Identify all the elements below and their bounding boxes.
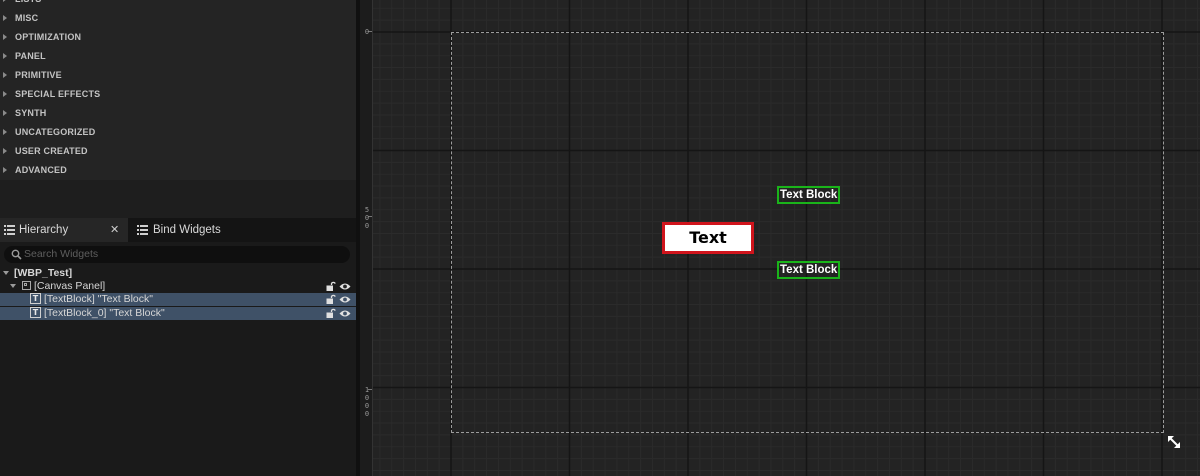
designer-text-block[interactable]: Text Block: [777, 186, 841, 204]
vertical-ruler: 0 500 1000: [360, 0, 373, 476]
left-panel: LISTS MISC OPTIMIZATION PANEL PRIMITIVE …: [0, 0, 356, 476]
tab-hierarchy[interactable]: Hierarchy ✕: [0, 218, 128, 242]
row-visibility-controls: [326, 307, 352, 320]
collapse-arrow-icon[interactable]: [3, 271, 9, 275]
tree-item-textblock-0[interactable]: T [TextBlock_0] "Text Block": [0, 307, 356, 320]
ruler-label-0: 0: [364, 28, 370, 36]
palette-category-primitive[interactable]: PRIMITIVE: [0, 66, 356, 85]
ruler-label-1000: 1000: [364, 386, 370, 418]
tree-item-textblock[interactable]: T [TextBlock] "Text Block": [0, 293, 356, 306]
unlock-icon[interactable]: [326, 294, 336, 305]
ruler-label-500: 500: [364, 206, 370, 230]
palette-category-list: LISTS MISC OPTIMIZATION PANEL PRIMITIVE …: [0, 0, 356, 180]
tab-hierarchy-label: Hierarchy: [19, 224, 69, 236]
palette-category-panel[interactable]: PANEL: [0, 47, 356, 66]
tab-bar: Hierarchy ✕ Bind Widgets: [0, 218, 356, 242]
unlock-icon[interactable]: [326, 281, 336, 292]
palette-category-uncategorized[interactable]: UNCATEGORIZED: [0, 123, 356, 142]
tab-bind-widgets[interactable]: Bind Widgets: [131, 218, 261, 242]
umg-editor-window: LISTS MISC OPTIMIZATION PANEL PRIMITIVE …: [0, 0, 1200, 476]
eye-icon[interactable]: [339, 308, 351, 319]
expand-arrow-icon: [3, 110, 7, 116]
text-block-icon: T: [30, 293, 41, 304]
canvas-panel-icon: [22, 281, 31, 290]
designer-canvas[interactable]: 0 500 1000 Text Block Text Text Block: [360, 0, 1200, 476]
search-input[interactable]: Search Widgets: [4, 246, 350, 263]
text-block-icon: T: [30, 307, 41, 318]
hierarchy-list-icon: [4, 225, 15, 235]
palette-category-optimization[interactable]: OPTIMIZATION: [0, 28, 356, 47]
tree-canvas-panel-label: [Canvas Panel]: [34, 280, 106, 292]
expand-arrow-icon: [3, 0, 7, 2]
designer-text-widget[interactable]: Text: [662, 222, 754, 254]
resize-handle-icon[interactable]: [1166, 434, 1182, 450]
palette-category-user-created[interactable]: USER CREATED: [0, 142, 356, 161]
expand-arrow-icon: [3, 167, 7, 173]
close-icon[interactable]: ✕: [110, 218, 119, 242]
expand-arrow-icon: [3, 15, 7, 21]
eye-icon[interactable]: [339, 294, 351, 305]
palette-category-synth[interactable]: SYNTH: [0, 104, 356, 123]
tree-textblock-label: [TextBlock] "Text Block": [44, 293, 153, 305]
tree-item-root[interactable]: [WBP_Test]: [0, 267, 356, 280]
expand-arrow-icon: [3, 129, 7, 135]
search-placeholder: Search Widgets: [24, 248, 99, 260]
palette-category-lists[interactable]: LISTS: [0, 0, 356, 9]
expand-arrow-icon: [3, 148, 7, 154]
expand-arrow-icon: [3, 91, 7, 97]
palette-category-special-effects[interactable]: SPECIAL EFFECTS: [0, 85, 356, 104]
tree-textblock-0-label: [TextBlock_0] "Text Block": [44, 307, 165, 319]
designer-text-block-0[interactable]: Text Block: [777, 261, 841, 279]
expand-arrow-icon: [3, 72, 7, 78]
row-visibility-controls: [326, 293, 352, 306]
row-visibility-controls: [326, 280, 352, 293]
panel-spacer: [0, 180, 356, 218]
search-icon: [11, 249, 22, 260]
tree-item-canvas-panel[interactable]: [Canvas Panel]: [0, 280, 356, 293]
palette-category-advanced[interactable]: ADVANCED: [0, 161, 356, 180]
collapse-arrow-icon[interactable]: [10, 284, 16, 288]
tree-root-label: [WBP_Test]: [14, 267, 73, 279]
tab-bind-widgets-label: Bind Widgets: [153, 224, 221, 236]
unlock-icon[interactable]: [326, 308, 336, 319]
bind-widgets-list-icon: [137, 225, 148, 235]
canvas-boundary: [451, 32, 1164, 433]
expand-arrow-icon: [3, 34, 7, 40]
expand-arrow-icon: [3, 53, 7, 59]
palette-category-misc[interactable]: MISC: [0, 9, 356, 28]
eye-icon[interactable]: [339, 281, 351, 292]
